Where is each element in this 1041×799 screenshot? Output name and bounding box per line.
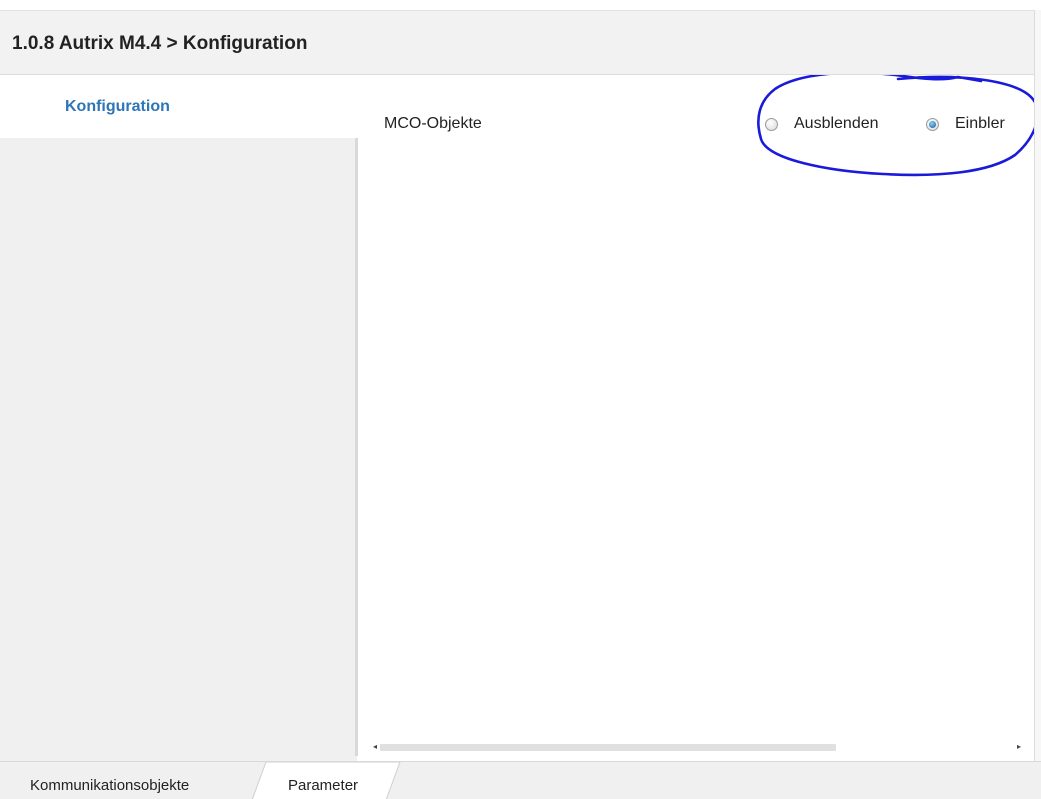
radio-label-ausblenden: Ausblenden — [794, 115, 879, 132]
tab-kommunikationsobjekte[interactable]: Kommunikationsobjekte — [0, 762, 265, 799]
parameter-label-mco-objekte: MCO-Objekte — [384, 115, 482, 132]
parameter-content: MCO-Objekte Ausblenden Einbler — [358, 75, 1034, 738]
radio-ausblenden[interactable]: Ausblenden — [765, 113, 879, 135]
bottom-tab-bar: Kommunikationsobjekte Parameter — [0, 761, 1041, 799]
top-strip — [0, 0, 1041, 10]
title-bar: 1.0.8 Autrix M4.4 > Konfiguration — [0, 10, 1034, 75]
scrollbar-thumb[interactable] — [380, 744, 836, 751]
radio-label-einblenden: Einbler — [955, 115, 1005, 132]
tab-parameter[interactable]: Parameter — [252, 762, 412, 799]
tab-label: Parameter — [288, 777, 359, 794]
sidebar-item-konfiguration[interactable]: Konfiguration — [0, 75, 357, 138]
tab-label: Kommunikationsobjekte — [30, 777, 190, 794]
radio-checked-icon — [926, 117, 939, 131]
sidebar: Konfiguration — [0, 75, 357, 761]
page-title: 1.0.8 Autrix M4.4 > Konfiguration — [12, 33, 308, 54]
radio-einblenden[interactable]: Einbler — [926, 113, 1005, 135]
sidebar-item-label: Konfiguration — [65, 98, 170, 115]
parameter-window: 1.0.8 Autrix M4.4 > Konfiguration Konfig… — [0, 0, 1041, 799]
right-edge-border — [1034, 10, 1041, 761]
horizontal-scrollbar[interactable]: ◂ ▸ — [358, 738, 1034, 756]
radio-unchecked-icon — [765, 117, 778, 131]
scroll-right-arrow-icon[interactable]: ▸ — [1014, 742, 1024, 752]
scroll-left-arrow-icon[interactable]: ◂ — [370, 742, 380, 752]
